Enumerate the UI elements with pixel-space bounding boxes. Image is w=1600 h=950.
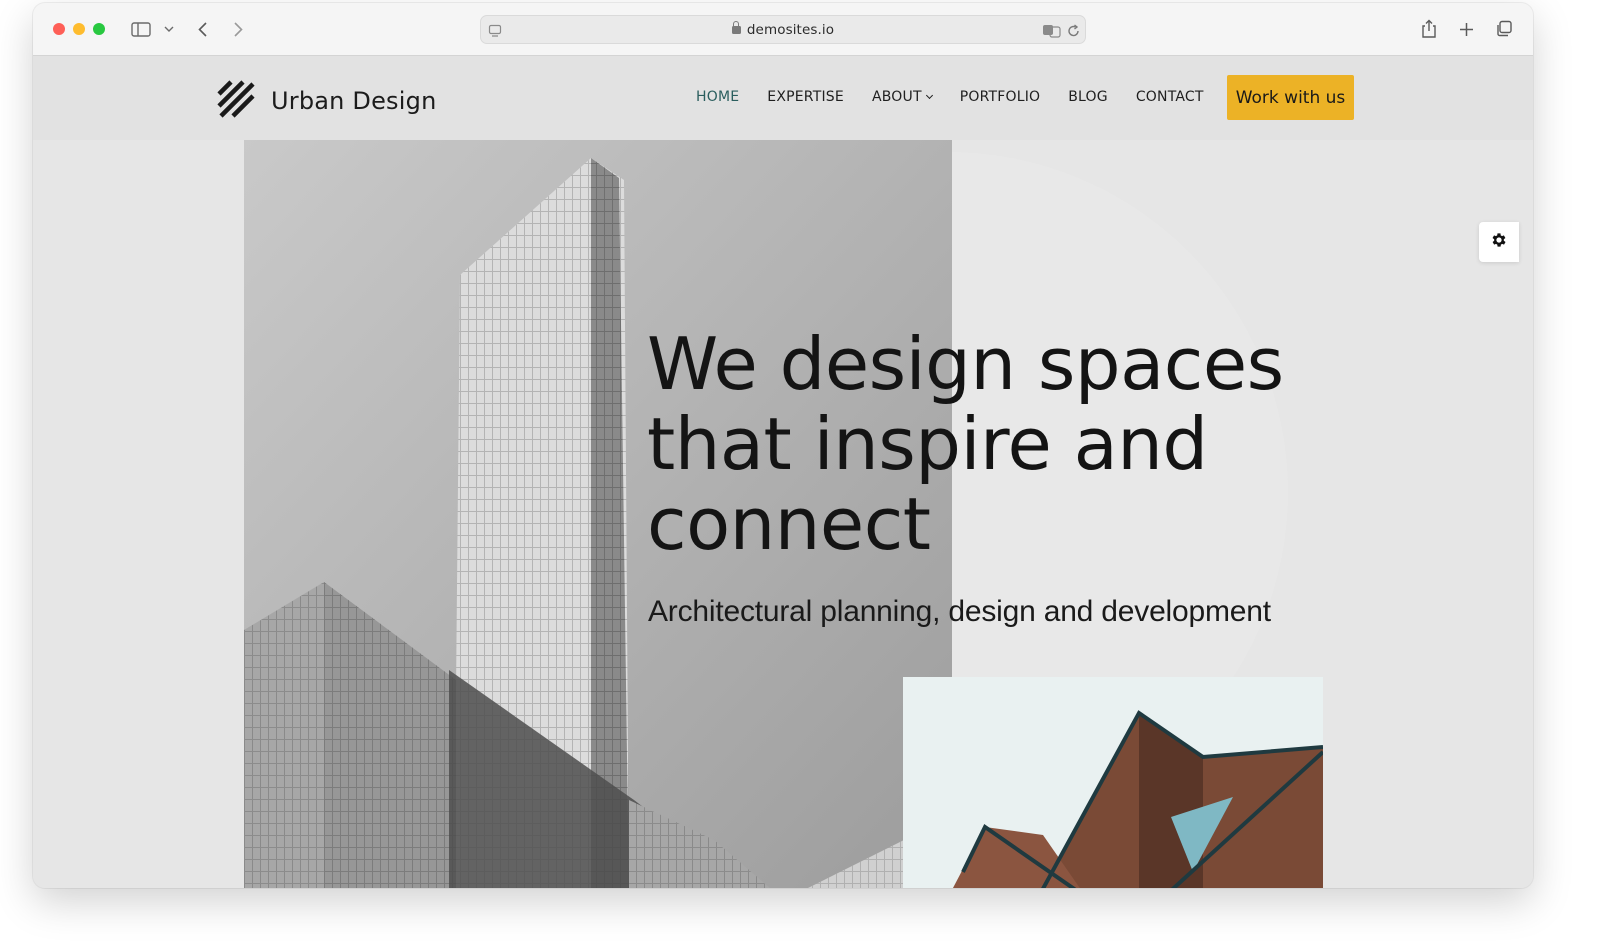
back-icon[interactable] bbox=[195, 19, 209, 39]
site-logo[interactable]: Urban Design bbox=[217, 80, 436, 122]
chevron-down-icon[interactable] bbox=[163, 19, 175, 39]
nav-home[interactable]: HOME bbox=[696, 89, 739, 105]
headline-line-2: that inspire and bbox=[647, 402, 1208, 486]
hero-subheadline: Architectural planning, design and devel… bbox=[648, 595, 1271, 628]
maximize-window-button[interactable] bbox=[93, 23, 105, 35]
translate-icon[interactable] bbox=[1042, 21, 1062, 41]
url-display[interactable]: demosites.io bbox=[481, 21, 1085, 38]
browser-toolbar: demosites.io bbox=[33, 3, 1533, 56]
headline-line-3: connect bbox=[647, 482, 931, 566]
nav-about[interactable]: ABOUT bbox=[871, 89, 933, 105]
logo-text: Urban Design bbox=[271, 87, 437, 115]
hero-headline: We design spaces that inspire and connec… bbox=[647, 324, 1307, 564]
webpage: Urban Design HOME EXPERTISE ABOUT PORTFO… bbox=[33, 56, 1533, 888]
main-nav: HOME EXPERTISE ABOUT PORTFOLIO BLOG CONT… bbox=[696, 89, 1232, 105]
gear-icon bbox=[1490, 231, 1508, 253]
lock-icon bbox=[731, 21, 741, 34]
nav-expertise[interactable]: EXPERTISE bbox=[767, 89, 844, 105]
diagonal-stripes-logo-icon bbox=[217, 80, 255, 122]
nav-portfolio[interactable]: PORTFOLIO bbox=[960, 89, 1041, 105]
chevron-down-icon bbox=[925, 91, 933, 100]
tab-overview-icon[interactable] bbox=[1493, 19, 1515, 39]
close-window-button[interactable] bbox=[53, 23, 65, 35]
hero-image-facade bbox=[903, 677, 1323, 888]
new-tab-icon[interactable] bbox=[1456, 19, 1476, 39]
nav-contact[interactable]: CONTACT bbox=[1136, 89, 1204, 105]
share-icon[interactable] bbox=[1419, 19, 1439, 39]
url-text: demosites.io bbox=[746, 22, 835, 38]
nav-about-label: ABOUT bbox=[871, 89, 922, 105]
reload-icon[interactable] bbox=[1065, 21, 1081, 41]
nav-blog[interactable]: BLOG bbox=[1068, 89, 1108, 105]
browser-window: demosites.io Urban Design HOME EXPERTISE… bbox=[33, 3, 1533, 888]
address-bar[interactable]: demosites.io bbox=[480, 15, 1086, 44]
forward-icon[interactable] bbox=[231, 19, 245, 39]
headline-line-1: We design spaces bbox=[647, 322, 1284, 406]
sidebar-toggle-icon[interactable] bbox=[130, 19, 152, 39]
minimize-window-button[interactable] bbox=[73, 23, 85, 35]
work-with-us-button[interactable]: Work with us bbox=[1227, 75, 1354, 120]
site-header: Urban Design HOME EXPERTISE ABOUT PORTFO… bbox=[33, 56, 1533, 140]
settings-button[interactable] bbox=[1479, 222, 1519, 262]
